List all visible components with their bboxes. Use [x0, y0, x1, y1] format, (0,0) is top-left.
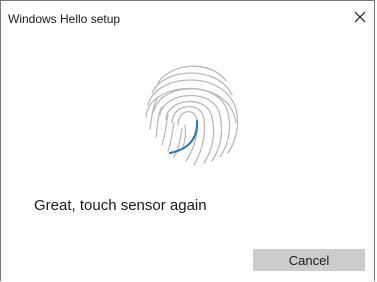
close-button[interactable]	[350, 7, 370, 27]
instruction-message: Great, touch sensor again	[34, 197, 207, 214]
fingerprint-icon	[145, 65, 239, 166]
close-icon	[354, 11, 366, 23]
windows-hello-dialog: Windows Hello setup Great, touch sensor …	[0, 0, 375, 281]
cancel-button[interactable]: Cancel	[253, 249, 365, 271]
dialog-title: Windows Hello setup	[8, 12, 121, 26]
